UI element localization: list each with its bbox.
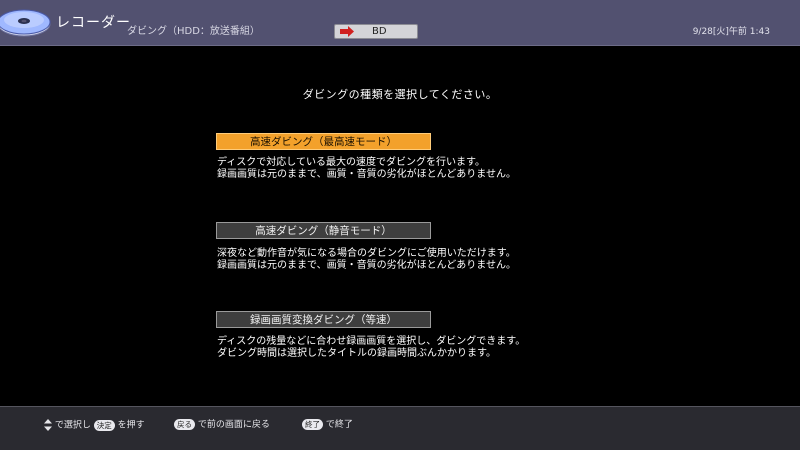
destination-label: BD (372, 26, 387, 37)
option-quality-convert-desc-1: ディスクの残量などに合わせ録画画質を選択し、ダビングできます。 (217, 336, 526, 347)
header-bar: レコーダー ダビング（HDD：放送番組） BD 9/28[火]午前 1:43 (0, 0, 800, 46)
hint-exit: 終了 で終了 (302, 419, 353, 432)
up-down-arrows-icon (44, 419, 52, 431)
disc-icon (0, 9, 51, 37)
option-fast-quiet-desc-2: 録画画質は元のままで、画質・音質の劣化がほとんどありません。 (217, 260, 516, 271)
page-prompt: ダビングの種類を選択してください。 (302, 88, 498, 101)
clock: 9/28[火]午前 1:43 (692, 27, 770, 37)
option-fast-quiet-button[interactable]: 高速ダビング（静音モード） (216, 222, 431, 239)
hint-back: 戻る で前の画面に戻る (174, 419, 270, 432)
exit-key-icon: 終了 (302, 419, 323, 430)
destination-indicator: BD (334, 24, 418, 39)
hint-select: で選択し 決定 を押す (44, 419, 145, 433)
option-fast-max-speed-desc-1: ディスクで対応している最大の速度でダビングを行います。 (217, 157, 485, 168)
option-quality-convert-button[interactable]: 録画画質変換ダビング（等速） (216, 311, 431, 328)
enter-key-icon: 決定 (93, 419, 115, 431)
hint-back-text: で前の画面に戻る (197, 420, 270, 430)
back-key-icon: 戻る (174, 419, 195, 430)
footer-hints: で選択し 決定 を押す 戻る で前の画面に戻る 終了 で終了 (0, 406, 800, 450)
recorder-screen: レコーダー ダビング（HDD：放送番組） BD 9/28[火]午前 1:43 ダ… (0, 0, 800, 450)
option-fast-max-speed-desc-2: 録画画質は元のままで、画質・音質の劣化がほとんどありません。 (217, 169, 516, 180)
dubbing-mode-label: ダビング（HDD：放送番組） (127, 26, 260, 37)
app-title: レコーダー (56, 15, 131, 31)
hint-exit-text: で終了 (325, 420, 353, 430)
hint-select-text-a: で選択し (54, 420, 91, 431)
option-fast-max-speed-button[interactable]: 高速ダビング（最高速モード） (216, 133, 431, 150)
arrow-right-icon (340, 26, 354, 37)
hint-select-text-b: を押す (117, 420, 145, 431)
option-quality-convert-desc-2: ダビング時間は選択したタイトルの録画時間ぶんかかります。 (217, 348, 496, 359)
option-fast-quiet-desc-1: 深夜など動作音が気になる場合のダビングにご使用いただけます。 (217, 248, 516, 259)
